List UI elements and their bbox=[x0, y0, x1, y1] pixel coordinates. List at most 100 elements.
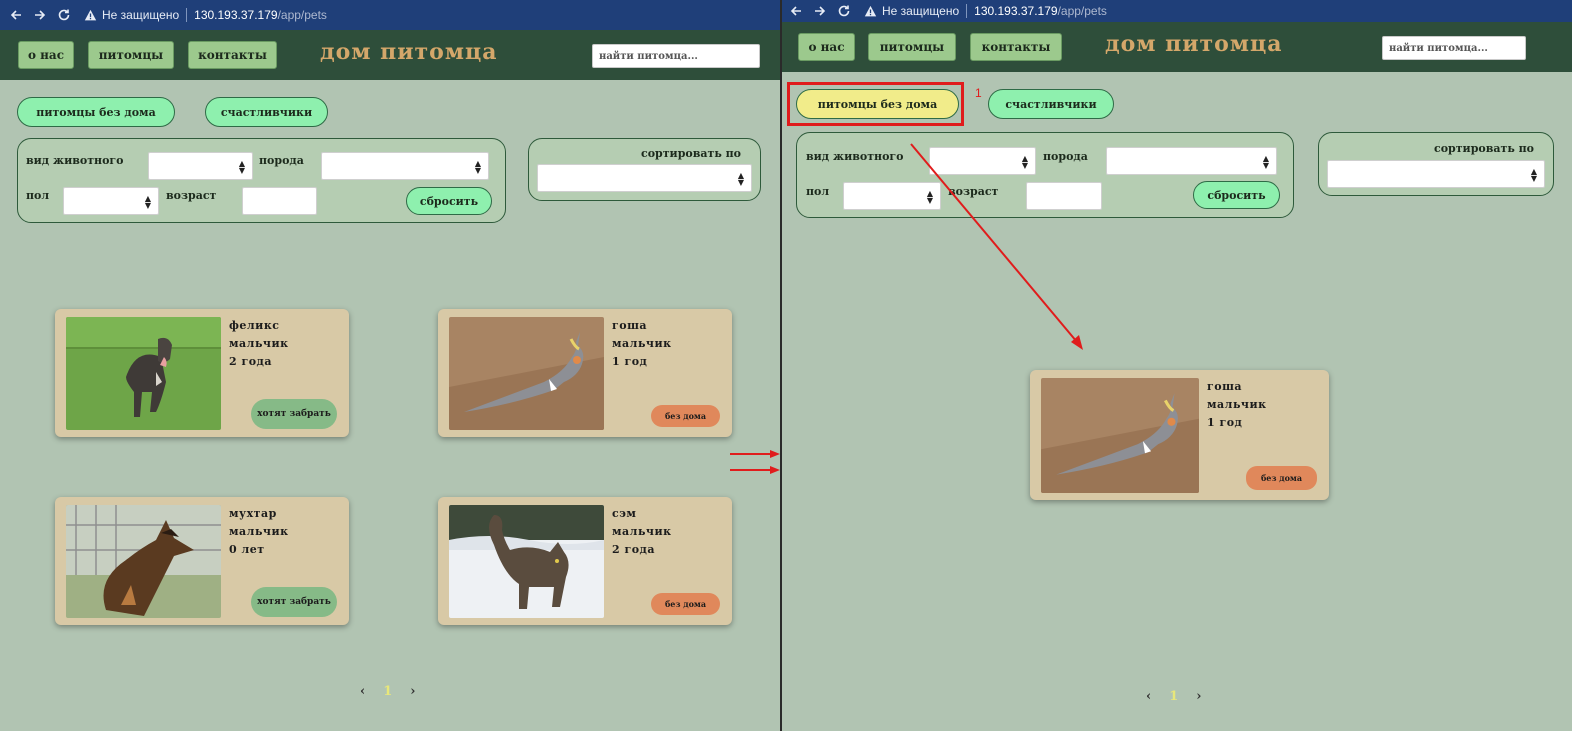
address-separator bbox=[186, 8, 188, 22]
pet-name: сэм bbox=[612, 507, 637, 520]
pet-age: 1 год bbox=[612, 355, 648, 368]
sort-panel: сортировать по ▲ ▼ bbox=[528, 138, 761, 201]
nav-pets[interactable]: питомцы bbox=[868, 33, 956, 61]
pet-name: мухтар bbox=[229, 507, 277, 520]
nav-contacts[interactable]: контакты bbox=[970, 33, 1062, 61]
sort-label: сортировать по bbox=[641, 147, 741, 160]
pet-info: гоша мальчик 1 год bbox=[1207, 378, 1267, 432]
reload-icon[interactable] bbox=[832, 0, 856, 22]
pet-info: сэм мальчик 2 года bbox=[612, 505, 672, 559]
reload-icon[interactable] bbox=[52, 4, 76, 26]
transition-arrows bbox=[730, 450, 780, 474]
annotation-step-number: 1 bbox=[975, 86, 982, 100]
age-label: возраст bbox=[166, 189, 217, 202]
status-badge[interactable]: без дома bbox=[1246, 466, 1317, 490]
back-arrow-icon[interactable] bbox=[784, 0, 808, 22]
select-arrows-icon: ▲ ▼ bbox=[144, 194, 151, 210]
site-title: дом питомца bbox=[1105, 31, 1283, 57]
search-input[interactable]: найти питомца... bbox=[592, 44, 760, 68]
pagination: ‹ 1 › bbox=[1146, 689, 1201, 704]
pet-sex: мальчик bbox=[612, 337, 672, 350]
filter-panel: вид животного ▲ ▼ порода ▲ ▼ пол ▲ ▼ возрас… bbox=[17, 138, 506, 223]
pet-card[interactable]: гоша мальчик 1 год без дома bbox=[438, 309, 732, 437]
select-arrows-icon: ▲ ▼ bbox=[238, 159, 245, 175]
tab-homeless-pets[interactable]: питомцы без дома bbox=[17, 97, 175, 127]
url-path[interactable]: /app/pets bbox=[1058, 4, 1107, 18]
pet-info: феликс мальчик 2 года bbox=[229, 317, 289, 371]
tab-lucky-pets[interactable]: счастливчики bbox=[988, 89, 1114, 119]
nav-contacts[interactable]: контакты bbox=[188, 41, 277, 69]
security-warning-text[interactable]: Не защищено bbox=[882, 4, 959, 18]
tab-lucky-pets[interactable]: счастливчики bbox=[205, 97, 328, 127]
select-arrows-icon: ▲ ▼ bbox=[1530, 167, 1537, 183]
sex-select[interactable]: ▲ ▼ bbox=[63, 187, 159, 215]
sort-label: сортировать по bbox=[1434, 142, 1534, 155]
pager-next-icon[interactable]: › bbox=[410, 684, 415, 699]
site-header: о нас питомцы контакты дом питомца найти… bbox=[0, 30, 780, 80]
url-host[interactable]: 130.193.37.179 bbox=[194, 8, 277, 22]
pet-name: гоша bbox=[612, 319, 648, 332]
animal-type-label: вид животного bbox=[26, 154, 124, 167]
annotation-arrow bbox=[910, 143, 1083, 350]
pet-info: гоша мальчик 1 год bbox=[612, 317, 672, 371]
sex-label: пол bbox=[26, 189, 50, 202]
sort-panel: сортировать по ▲ ▼ bbox=[1318, 132, 1554, 196]
pet-age: 1 год bbox=[1207, 416, 1243, 429]
breed-label: порода bbox=[259, 154, 304, 167]
nav-pets[interactable]: питомцы bbox=[88, 41, 174, 69]
back-arrow-icon[interactable] bbox=[4, 4, 28, 26]
pagination: ‹ 1 › bbox=[360, 684, 415, 699]
sex-label: пол bbox=[806, 185, 830, 198]
nav-about[interactable]: о нас bbox=[18, 41, 74, 69]
status-badge[interactable]: хотят забрать bbox=[251, 399, 337, 429]
reset-button[interactable]: сбросить bbox=[1193, 181, 1280, 209]
forward-arrow-icon[interactable] bbox=[808, 0, 832, 22]
pet-card[interactable]: феликс мальчик 2 года хотят забрать bbox=[55, 309, 349, 437]
age-input[interactable] bbox=[242, 187, 317, 215]
url-host[interactable]: 130.193.37.179 bbox=[974, 4, 1057, 18]
site-header: о нас питомцы контакты дом питомца найти… bbox=[782, 22, 1572, 72]
search-input[interactable]: найти питомца... bbox=[1382, 36, 1526, 60]
security-warning-text[interactable]: Не защищено bbox=[102, 8, 179, 22]
sort-select[interactable]: ▲ ▼ bbox=[537, 164, 752, 192]
pager-next-icon[interactable]: › bbox=[1196, 689, 1201, 704]
animal-type-label: вид животного bbox=[806, 150, 904, 163]
pet-card[interactable]: мухтар мальчик 0 лет хотят забрать bbox=[55, 497, 349, 625]
animal-type-select[interactable]: ▲ ▼ bbox=[148, 152, 253, 180]
address-separator bbox=[966, 4, 968, 18]
url-path[interactable]: /app/pets bbox=[278, 8, 327, 22]
before-screenshot: Не защищено 130.193.37.179/app/pets о на… bbox=[0, 0, 780, 731]
sort-select[interactable]: ▲ ▼ bbox=[1327, 160, 1545, 188]
status-badge[interactable]: без дома bbox=[651, 593, 720, 615]
warning-icon[interactable] bbox=[862, 3, 878, 19]
pager-prev-icon[interactable]: ‹ bbox=[1146, 689, 1151, 704]
pet-age: 0 лет bbox=[229, 543, 265, 556]
reset-button[interactable]: сбросить bbox=[406, 187, 492, 215]
pet-card[interactable]: гоша мальчик 1 год без дома bbox=[1030, 370, 1329, 500]
pet-info: мухтар мальчик 0 лет bbox=[229, 505, 289, 559]
forward-arrow-icon[interactable] bbox=[28, 4, 52, 26]
status-badge[interactable]: хотят забрать bbox=[251, 587, 337, 617]
pet-age: 2 года bbox=[229, 355, 273, 368]
pet-sex: мальчик bbox=[229, 525, 289, 538]
status-badge[interactable]: без дома bbox=[651, 405, 720, 427]
warning-icon[interactable] bbox=[82, 7, 98, 23]
pager-current-page[interactable]: 1 bbox=[1169, 689, 1178, 704]
pet-card[interactable]: сэм мальчик 2 года без дома bbox=[438, 497, 732, 625]
pager-prev-icon[interactable]: ‹ bbox=[360, 684, 365, 699]
pet-sex: мальчик bbox=[612, 525, 672, 538]
pet-photo bbox=[449, 505, 604, 618]
pet-photo bbox=[1041, 378, 1199, 493]
pager-current-page[interactable]: 1 bbox=[383, 684, 392, 699]
pet-photo bbox=[449, 317, 604, 430]
address-bar[interactable]: Не защищено 130.193.37.179/app/pets bbox=[82, 4, 327, 26]
address-bar[interactable]: Не защищено 130.193.37.179/app/pets bbox=[862, 0, 1107, 22]
breed-select[interactable]: ▲ ▼ bbox=[321, 152, 489, 180]
select-arrows-icon: ▲ ▼ bbox=[474, 159, 481, 175]
browser-toolbar: Не защищено 130.193.37.179/app/pets bbox=[782, 0, 1572, 22]
breed-select[interactable]: ▲ ▼ bbox=[1106, 147, 1277, 175]
highlight-box bbox=[787, 82, 964, 126]
nav-about[interactable]: о нас bbox=[798, 33, 855, 61]
select-arrows-icon: ▲ ▼ bbox=[737, 171, 744, 187]
pet-name: феликс bbox=[229, 319, 280, 332]
